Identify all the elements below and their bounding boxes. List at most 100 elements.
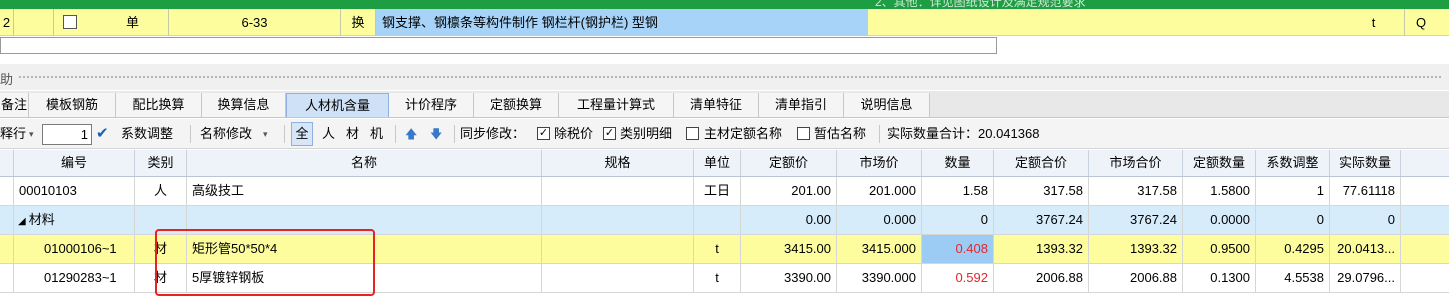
tab-quantity-formula[interactable]: 工程量计算式 — [559, 93, 674, 117]
tab-mix-conversion[interactable]: 配比换算 — [116, 93, 202, 117]
cell-market-total: 3767.24 — [1089, 206, 1183, 234]
col-coef-adjust[interactable]: 系数调整 — [1256, 150, 1330, 176]
col-category[interactable]: 类别 — [135, 150, 187, 176]
panel-splitter[interactable]: 助 — [0, 64, 1449, 90]
cell-quantity[interactable]: 1.58 — [922, 177, 994, 205]
row-qty: Q — [1415, 15, 1427, 30]
arrow-up-icon[interactable]: 🡅 — [405, 119, 417, 149]
coef-adjust-button[interactable]: 系数调整 — [121, 119, 173, 149]
cell-market-price[interactable]: 3415.000 — [837, 235, 922, 263]
tab-bill-guide[interactable]: 清单指引 — [759, 93, 844, 117]
cell-quota-qty: 0.1300 — [1183, 264, 1256, 292]
cell-spec[interactable] — [542, 235, 694, 263]
filter-labor-button[interactable]: 人 — [322, 119, 335, 149]
toolbar-separator — [454, 125, 455, 143]
cell-quota-price[interactable]: 3415.00 — [741, 235, 837, 263]
chevron-down-icon[interactable]: ▾ — [263, 119, 268, 149]
col-market-price[interactable]: 市场价 — [837, 150, 922, 176]
row-flag: 换 — [341, 9, 376, 36]
toolbar-separator — [395, 125, 396, 143]
main-material-name-checkbox[interactable] — [686, 127, 699, 140]
cell-category[interactable]: 人 — [135, 177, 187, 205]
row-index — [0, 235, 14, 263]
tab-quota-conversion[interactable]: 定额换算 — [474, 93, 559, 117]
group-cell[interactable]: ◢ 材料 — [14, 206, 135, 234]
tax-exclusive-checkbox[interactable]: ✓ — [537, 127, 550, 140]
arrow-down-icon[interactable]: 🡇 — [430, 119, 442, 149]
cell-coef[interactable]: 0.4295 — [1256, 235, 1330, 263]
cell-spec[interactable] — [542, 264, 694, 292]
cell-quota-total: 317.58 — [994, 177, 1089, 205]
cell-market-price[interactable]: 3390.000 — [837, 264, 922, 292]
filter-material-button[interactable]: 材 — [346, 119, 359, 149]
checkbox-cell — [54, 9, 97, 36]
cell-actual-qty: 29.0796... — [1330, 264, 1401, 292]
col-actual-qty[interactable]: 实际数量 — [1330, 150, 1401, 176]
category-detail-label: 类别明细 — [620, 126, 673, 141]
cell-unit[interactable]: t — [694, 264, 741, 292]
collapse-triangle-icon[interactable]: ◢ — [18, 208, 26, 234]
cell-quantity[interactable]: 0.408 — [922, 235, 994, 263]
col-quota-total[interactable]: 定额合价 — [994, 150, 1089, 176]
tab-bill-features[interactable]: 清单特征 — [674, 93, 759, 117]
cell-coef[interactable]: 4.5538 — [1256, 264, 1330, 292]
top-grid-selected-row[interactable]: 2 单 6-33 换 钢支撑、钢檩条等构件制作 钢栏杆(钢护栏) 型钢 t Q — [0, 9, 1449, 36]
cell-quota-price: 0.00 — [741, 206, 837, 234]
cell-quota-price[interactable]: 3390.00 — [741, 264, 837, 292]
grid-header: 编号 类别 名称 规格 单位 定额价 市场价 数量 定额合价 市场合价 定额数量… — [0, 150, 1449, 177]
expression-input[interactable] — [0, 37, 997, 54]
tab-formwork-rebar[interactable]: 模板钢筋 — [29, 93, 116, 117]
row-unit: t — [1343, 9, 1405, 36]
row-indicator-cell — [14, 9, 54, 36]
row-name-cell[interactable]: 钢支撑、钢檩条等构件制作 钢栏杆(钢护栏) 型钢 — [376, 9, 868, 36]
category-detail-checkbox[interactable]: ✓ — [603, 127, 616, 140]
table-row[interactable]: 00010103 人 高级技工 工日 201.00 201.000 1.58 3… — [0, 177, 1449, 206]
cell-unit[interactable]: t — [694, 235, 741, 263]
toolbar-separator — [190, 125, 191, 143]
filter-machine-button[interactable]: 机 — [370, 119, 383, 149]
cell-spec[interactable] — [542, 177, 694, 205]
cell-name[interactable]: 高级技工 — [187, 177, 542, 205]
cell-coef: 0 — [1256, 206, 1330, 234]
cell-market-price[interactable]: 201.000 — [837, 177, 922, 205]
cell-code[interactable]: 00010103 — [14, 177, 135, 205]
toolbar-separator — [284, 125, 285, 143]
top-grid-header-strip: 2、其他：详见图纸设计及满足规范要求 — [0, 0, 1449, 9]
name-modify-button[interactable]: 名称修改 — [200, 119, 252, 149]
cell-coef[interactable]: 1 — [1256, 177, 1330, 205]
cell-code[interactable]: 01290283~1 — [14, 264, 135, 292]
tab-description[interactable]: 说明信息 — [844, 93, 930, 117]
provisional-name-checkbox[interactable] — [797, 127, 810, 140]
row-type: 单 — [97, 9, 169, 36]
filter-all-button[interactable]: 全 — [291, 122, 313, 146]
col-quota-price[interactable]: 定额价 — [741, 150, 837, 176]
cell-actual-qty: 20.0413... — [1330, 235, 1401, 263]
cell-quota-qty: 0.0000 — [1183, 206, 1256, 234]
cell-spec — [542, 206, 694, 234]
sync-label: 同步修改： — [460, 126, 526, 141]
check-icon[interactable]: ✔ — [96, 119, 109, 149]
cell-unit[interactable]: 工日 — [694, 177, 741, 205]
cell-quota-price[interactable]: 201.00 — [741, 177, 837, 205]
col-unit[interactable]: 单位 — [694, 150, 741, 176]
cell-code[interactable]: 01000106~1 — [14, 235, 135, 263]
splitter-grip[interactable] — [18, 75, 1442, 79]
col-code[interactable]: 编号 — [14, 150, 135, 176]
tab-conversion-info[interactable]: 换算信息 — [202, 93, 286, 117]
coefficient-spinner[interactable]: 1 — [42, 124, 92, 145]
col-spec[interactable]: 规格 — [542, 150, 694, 176]
tab-notes[interactable]: 备注 — [0, 93, 29, 117]
row-dropdown-icon[interactable]: ▾ — [29, 119, 34, 149]
col-market-total[interactable]: 市场合价 — [1089, 150, 1183, 176]
group-label: 材料 — [28, 212, 55, 227]
col-quantity[interactable]: 数量 — [922, 150, 994, 176]
col-quota-qty[interactable]: 定额数量 — [1183, 150, 1256, 176]
tab-pricing-procedure[interactable]: 计价程序 — [389, 93, 474, 117]
row-code[interactable]: 6-33 — [169, 9, 341, 36]
tab-labor-material-machine[interactable]: 人材机含量 — [286, 93, 389, 117]
row-index — [0, 264, 14, 292]
cell-quantity[interactable]: 0.592 — [922, 264, 994, 292]
row-label: 释行 — [0, 126, 27, 141]
col-name[interactable]: 名称 — [187, 150, 542, 176]
cell-quota-total: 3767.24 — [994, 206, 1089, 234]
